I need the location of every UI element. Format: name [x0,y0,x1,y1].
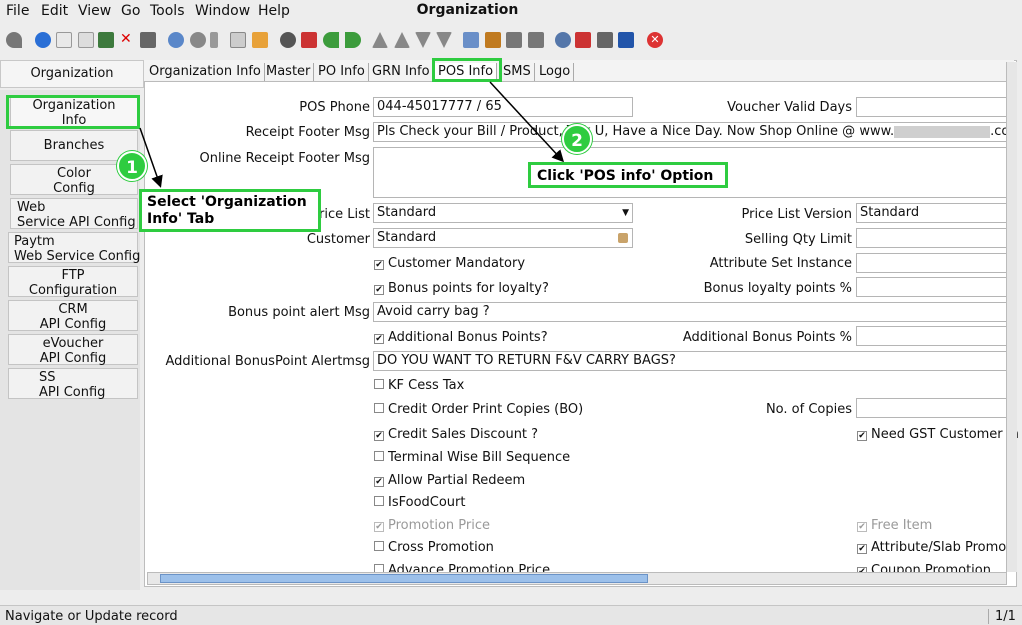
step-1-badge: 1 [117,151,147,181]
step-1-line-2: Info' Tab [147,211,215,227]
step-1-callout: Select 'Organization Info' Tab [139,189,321,232]
annotation-arrows [139,81,565,188]
arrow-2 [489,81,565,163]
step-1-line-1: Select 'Organization [147,194,307,210]
step-2-callout: Click 'POS info' Option [528,162,728,188]
step-2-badge: 2 [562,124,592,154]
